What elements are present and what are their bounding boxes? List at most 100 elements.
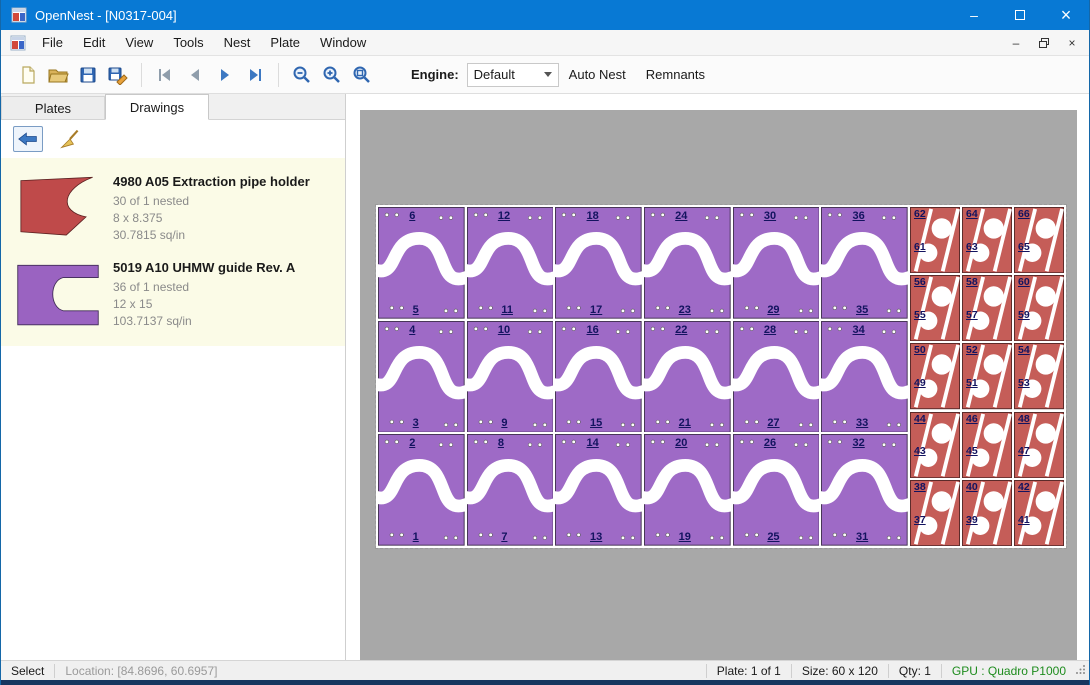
last-arrow-icon — [246, 66, 264, 84]
previous-plate-button[interactable] — [180, 60, 210, 90]
nest-part-pair[interactable]: 21 — [378, 434, 465, 546]
zoom-in-button[interactable] — [317, 60, 347, 90]
part-number-label: 28 — [764, 324, 776, 336]
zoom-in-icon — [322, 65, 342, 85]
part-shape — [467, 434, 554, 546]
child-minimize-button[interactable]: – — [1005, 34, 1027, 52]
minimize-button[interactable]: – — [951, 0, 997, 30]
part-number-label: 9 — [501, 417, 507, 429]
menu-edit[interactable]: Edit — [73, 31, 115, 54]
nest-part-pair[interactable]: 3231 — [821, 434, 908, 546]
save-as-button[interactable] — [103, 60, 133, 90]
nest-part-pair[interactable]: 1615 — [555, 321, 642, 433]
next-arrow-icon — [216, 66, 234, 84]
menu-tools[interactable]: Tools — [163, 31, 213, 54]
toolbar-separator — [278, 63, 279, 87]
part-number-label: 39 — [966, 514, 978, 526]
part-number-label: 57 — [966, 309, 978, 321]
nest-part-pair[interactable]: 6463 — [962, 207, 1012, 273]
part-number-label: 12 — [498, 210, 510, 222]
part-number-label: 54 — [1018, 344, 1030, 356]
menu-nest[interactable]: Nest — [214, 31, 261, 54]
zoom-fit-button[interactable] — [347, 60, 377, 90]
tab-plates[interactable]: Plates — [1, 96, 105, 119]
part-number-label: 14 — [587, 437, 599, 449]
next-plate-button[interactable] — [210, 60, 240, 90]
nest-part-pair[interactable]: 5655 — [910, 275, 960, 341]
save-button[interactable] — [73, 60, 103, 90]
part-number-label: 51 — [966, 377, 978, 389]
nest-part-pair[interactable]: 5857 — [962, 275, 1012, 341]
nest-part-pair[interactable]: 5251 — [962, 343, 1012, 409]
part-number-label: 23 — [679, 304, 691, 316]
part-shape — [555, 207, 642, 319]
previous-arrow-icon — [186, 66, 204, 84]
nest-part-pair[interactable]: 4443 — [910, 412, 960, 478]
nest-part-pair[interactable]: 26 25 — [733, 434, 820, 546]
nest-part-pair[interactable]: 1817 — [555, 207, 642, 319]
nest-part-pair[interactable]: 65 — [378, 207, 465, 319]
list-item[interactable]: 4980 A05 Extraction pipe holder 30 of 1 … — [1, 164, 345, 250]
status-bar: Select Location: [84.8696, 60.6957] Plat… — [1, 660, 1089, 680]
nest-part-pair[interactable]: 5453 — [1014, 343, 1064, 409]
grip-dots-icon — [1076, 664, 1086, 674]
nest-part-pair[interactable]: 87 — [467, 434, 554, 546]
part-number-label: 26 — [764, 437, 776, 449]
nest-part-pair[interactable]: 6665 — [1014, 207, 1064, 273]
remnants-button[interactable]: Remnants — [636, 61, 715, 88]
nest-part-pair[interactable]: 43 — [378, 321, 465, 433]
menu-file[interactable]: File — [32, 31, 73, 54]
clear-button[interactable] — [55, 126, 85, 152]
last-plate-button[interactable] — [240, 60, 270, 90]
part-number-label: 32 — [853, 437, 865, 449]
zoom-out-button[interactable] — [287, 60, 317, 90]
nest-part-pair[interactable]: 1413 — [555, 434, 642, 546]
nest-part-pair[interactable]: 4241 — [1014, 480, 1064, 546]
nest-part-pair[interactable]: 3635 — [821, 207, 908, 319]
toolbar-separator — [141, 63, 142, 87]
nest-part-pair[interactable]: 4847 — [1014, 412, 1064, 478]
nest-part-pair[interactable]: 2221 — [644, 321, 731, 433]
new-button[interactable] — [13, 60, 43, 90]
child-close-button[interactable]: × — [1061, 34, 1083, 52]
nest-part-pair[interactable]: 3837 — [910, 480, 960, 546]
nest-part-pair[interactable]: 4039 — [962, 480, 1012, 546]
send-to-nest-button[interactable] — [13, 126, 43, 152]
menu-view[interactable]: View — [115, 31, 163, 54]
nest-part-pair[interactable]: 5049 — [910, 343, 960, 409]
nest-part-pair[interactable]: 6261 — [910, 207, 960, 273]
menu-plate[interactable]: Plate — [260, 31, 310, 54]
nest-part-pair[interactable]: 3029 — [733, 207, 820, 319]
plate-sheet[interactable]: 6512111817242330293635431091615222128273… — [376, 205, 1066, 548]
drawing-title: 4980 A05 Extraction pipe holder — [113, 174, 310, 189]
nest-viewport[interactable]: 6512111817242330293635431091615222128273… — [360, 110, 1077, 660]
part-number-label: 18 — [587, 210, 599, 222]
nest-part-pair[interactable]: 6059 — [1014, 275, 1064, 341]
tab-drawings[interactable]: Drawings — [105, 94, 209, 120]
open-button[interactable] — [43, 60, 73, 90]
nest-part-pair[interactable]: 4645 — [962, 412, 1012, 478]
engine-dropdown[interactable]: Default — [467, 63, 559, 87]
nest-part-pair[interactable]: 2827 — [733, 321, 820, 433]
drawing-nested-count: 36 of 1 nested — [113, 279, 295, 296]
nest-part-pair[interactable]: 2423 — [644, 207, 731, 319]
close-button[interactable]: × — [1043, 0, 1089, 30]
nest-canvas[interactable]: 6512111817242330293635431091615222128273… — [346, 94, 1090, 660]
nest-part-pair[interactable]: 2019 — [644, 434, 731, 546]
part-number-label: 25 — [767, 531, 779, 543]
nest-part-pair[interactable]: 109 — [467, 321, 554, 433]
purple-parts-grid: 6512111817242330293635431091615222128273… — [378, 207, 908, 546]
auto-nest-button[interactable]: Auto Nest — [559, 61, 636, 88]
maximize-button[interactable] — [997, 0, 1043, 30]
menu-bar: File Edit View Tools Nest Plate Window –… — [1, 30, 1089, 56]
purple-part-shape — [11, 260, 105, 330]
part-number-label: 45 — [966, 445, 978, 457]
child-restore-button[interactable] — [1033, 34, 1055, 52]
first-plate-button[interactable] — [150, 60, 180, 90]
part-number-label: 61 — [914, 241, 926, 253]
menu-window[interactable]: Window — [310, 31, 376, 54]
nest-part-pair[interactable]: 3433 — [821, 321, 908, 433]
list-item[interactable]: 5019 A10 UHMW guide Rev. A 36 of 1 neste… — [1, 250, 345, 336]
resize-grip[interactable] — [1076, 664, 1089, 677]
nest-part-pair[interactable]: 1211 — [467, 207, 554, 319]
